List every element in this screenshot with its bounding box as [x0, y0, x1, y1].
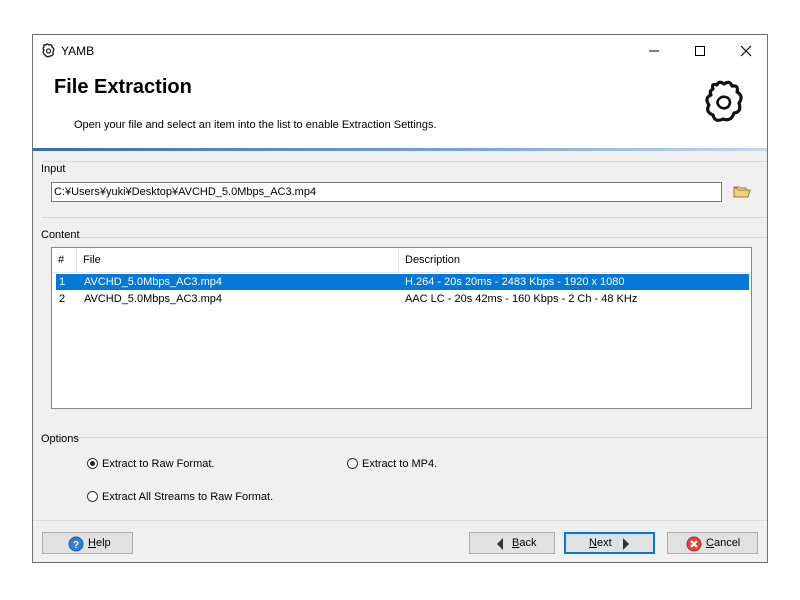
next-button[interactable]: Next: [564, 532, 655, 554]
back-button-label: Back: [512, 537, 537, 549]
header-accent-line: [33, 148, 767, 151]
list-row[interactable]: 1 AVCHD_5.0Mbps_AC3.mp4 H.264 - 20s 20ms…: [56, 274, 749, 290]
arrow-right-icon: [623, 538, 629, 550]
content-group: [42, 237, 767, 238]
content-list[interactable]: # File Description 1 AVCHD_5.0Mbps_AC3.m…: [51, 247, 752, 409]
help-icon: ?: [68, 536, 84, 552]
maximize-button[interactable]: [677, 35, 723, 67]
next-button-label: Next: [589, 537, 612, 549]
options-group: [42, 437, 767, 438]
folder-open-icon[interactable]: [731, 183, 753, 201]
back-button[interactable]: Back: [469, 532, 555, 554]
column-header-file[interactable]: File: [77, 248, 399, 272]
radio-indicator: [87, 458, 98, 469]
footer-divider: [33, 520, 767, 521]
cancel-icon: [686, 536, 702, 552]
list-row[interactable]: 2 AVCHD_5.0Mbps_AC3.mp4 AAC LC - 20s 42m…: [56, 291, 749, 307]
column-header-description[interactable]: Description: [399, 248, 751, 272]
maximize-icon: [695, 46, 705, 56]
yamb-logo-icon: [705, 80, 743, 122]
cancel-button-label: Cancel: [706, 537, 741, 549]
wizard-header: File Extraction Open your file and selec…: [33, 67, 767, 148]
help-button-label: Help: [88, 537, 111, 549]
close-button[interactable]: [723, 35, 767, 67]
minimize-icon: [649, 50, 659, 52]
close-icon: [740, 45, 752, 57]
window-title: YAMB: [61, 44, 95, 58]
radio-indicator: [347, 458, 358, 469]
cancel-button[interactable]: Cancel: [667, 532, 758, 554]
page-subtitle: Open your file and select an item into t…: [74, 119, 437, 131]
radio-extract-raw-label: Extract to Raw Format.: [102, 458, 215, 470]
column-header-number[interactable]: #: [52, 248, 77, 272]
arrow-left-icon: [497, 538, 503, 550]
row-number: 2: [59, 293, 66, 305]
yamb-app-icon: [42, 43, 55, 58]
minimize-button[interactable]: [631, 35, 677, 67]
radio-extract-mp4-label: Extract to MP4.: [362, 458, 438, 470]
input-path-field[interactable]: C:¥Users¥yuki¥Desktop¥AVCHD_5.0Mbps_AC3.…: [51, 182, 722, 202]
row-file: AVCHD_5.0Mbps_AC3.mp4: [84, 293, 222, 305]
row-file: AVCHD_5.0Mbps_AC3.mp4: [84, 276, 222, 288]
options-group-label: Options: [41, 433, 79, 445]
radio-indicator: [87, 491, 98, 502]
list-header: # File Description: [52, 248, 751, 273]
help-button[interactable]: ? Help: [42, 532, 133, 554]
title-bar[interactable]: YAMB: [33, 35, 767, 67]
page-title: File Extraction: [54, 76, 192, 98]
input-group-label: Input: [41, 163, 66, 175]
row-number: 1: [59, 276, 66, 288]
row-description: H.264 - 20s 20ms - 2483 Kbps - 1920 x 10…: [405, 276, 625, 288]
app-window: YAMB File Extraction Open your file and …: [32, 34, 768, 563]
content-group-label: Content: [41, 229, 80, 241]
radio-extract-all-raw-label: Extract All Streams to Raw Format.: [102, 491, 274, 503]
svg-text:?: ?: [73, 540, 79, 551]
row-description: AAC LC - 20s 42ms - 160 Kbps - 2 Ch - 48…: [405, 293, 638, 305]
input-group-divider: [42, 217, 767, 218]
